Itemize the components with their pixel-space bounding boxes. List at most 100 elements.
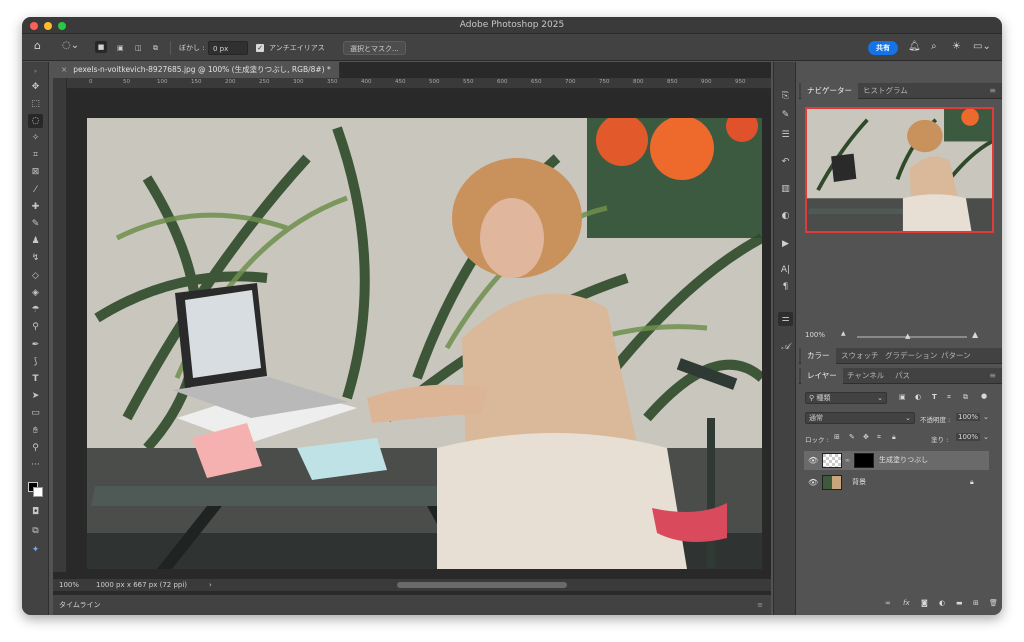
blend-mode-select[interactable]: 通常 ⌄ (805, 412, 915, 424)
intersect-selection-icon[interactable]: ⧉ (153, 41, 158, 55)
share-button[interactable]: 共有 (868, 41, 898, 55)
screen-mode-icon[interactable]: ⧉ (28, 524, 43, 538)
filter-pixel-icon[interactable]: ▣ (899, 393, 906, 401)
filter-adjustment-icon[interactable]: ◐ (915, 393, 921, 401)
lock-artboard-icon[interactable]: ⌗ (877, 433, 881, 442)
visibility-eye-icon[interactable]: 👁︎ (808, 451, 818, 470)
visibility-eye-icon[interactable]: 👁︎ (808, 473, 818, 492)
zoom-tool-icon[interactable]: ⚲ (28, 441, 43, 455)
layer-name[interactable]: 生成塗りつぶし (879, 451, 928, 470)
new-selection-icon[interactable]: ■ (95, 40, 107, 54)
brush-tool-icon[interactable]: ✎ (28, 217, 43, 231)
lock-transparency-icon[interactable]: ⊞ (834, 433, 840, 441)
horizontal-scrollbar[interactable] (397, 582, 567, 588)
layer-mask-thumbnail[interactable] (854, 453, 874, 468)
info-arrow[interactable]: › (209, 579, 212, 591)
timeline-label[interactable]: タイムライン (59, 595, 101, 615)
navigator-menu-icon[interactable]: ≡ (989, 83, 996, 99)
workspace-icon[interactable]: ▭⌄ (973, 40, 991, 54)
more-tools-icon[interactable]: ··· (28, 458, 43, 472)
add-selection-icon[interactable]: ▣ (117, 41, 124, 55)
generative-icon[interactable]: ✦ (28, 543, 43, 557)
select-and-mask-button[interactable]: 選択とマスク... (343, 41, 406, 55)
tab-patterns[interactable]: パターン (935, 348, 977, 364)
actions-icon[interactable]: ↶ (778, 155, 793, 169)
zoom-out-icon[interactable]: ▲ (841, 330, 846, 337)
libraries-icon[interactable]: ▥ (778, 182, 793, 196)
fill-dropdown-icon[interactable]: ⌄ (983, 433, 989, 441)
navigator-preview[interactable] (805, 107, 994, 233)
marquee-tool-icon[interactable]: ⬚ (28, 97, 43, 111)
lasso-tool-icon[interactable]: ◌ (28, 114, 43, 128)
collapse-icon[interactable]: » (28, 65, 43, 79)
subtract-selection-icon[interactable]: ◫ (135, 41, 142, 55)
path-select-icon[interactable]: ➤ (28, 389, 43, 403)
lock-all-icon[interactable]: 🔒︎ (892, 433, 896, 442)
layer-name[interactable]: 背景 (852, 473, 866, 492)
lock-image-icon[interactable]: ✎ (849, 433, 855, 441)
canvas-image[interactable] (87, 118, 762, 569)
new-layer-icon[interactable]: ⊞ (973, 599, 979, 607)
frame-tool-icon[interactable]: ⊠ (28, 165, 43, 179)
properties-icon[interactable]: ⚌ (778, 312, 793, 326)
zoom-slider-thumb[interactable]: ▲ (905, 332, 910, 340)
background-color-swatch[interactable] (33, 487, 43, 497)
zoom-level[interactable]: 100% (59, 579, 79, 591)
layer-row-generative[interactable]: 👁︎ ∞ 生成塗りつぶし (804, 451, 989, 470)
filter-toggle-icon[interactable]: ● (981, 392, 987, 400)
pen-curvature-icon[interactable]: ⟆ (28, 355, 43, 369)
tab-histogram[interactable]: ヒストグラム (857, 83, 914, 99)
add-mask-icon[interactable]: ◙ (921, 599, 928, 607)
history-panel-icon[interactable]: ⎘ (778, 89, 793, 103)
stamp-tool-icon[interactable]: ♟ (28, 234, 43, 248)
lightbulb-icon[interactable]: ☀ (952, 40, 961, 54)
eyedropper-icon[interactable]: ⁄ (28, 183, 43, 197)
document-tab[interactable]: × pexels-n-voitkevich-8927685.jpg @ 100% … (53, 62, 340, 78)
opacity-dropdown-icon[interactable]: ⌄ (983, 413, 989, 421)
magic-wand-icon[interactable]: ✧ (28, 131, 43, 145)
adjustments-icon[interactable]: ◐ (778, 209, 793, 223)
lasso-preset-icon[interactable]: ◌⌄ (62, 39, 79, 53)
adjustment-layer-icon[interactable]: ◐ (939, 599, 945, 607)
adjust-sliders-icon[interactable]: ☰ (778, 128, 793, 142)
tab-channels[interactable]: チャンネル (841, 368, 890, 384)
pen-tool-icon[interactable]: ✒ (28, 338, 43, 352)
character-icon[interactable]: A| (778, 263, 793, 277)
home-icon[interactable]: ⌂ (34, 39, 41, 53)
navigator-zoom[interactable]: 100% (805, 331, 825, 339)
tab-color[interactable]: カラー (801, 348, 836, 364)
timeline-menu-icon[interactable]: ≡ (757, 595, 763, 615)
move-tool-icon[interactable]: ✥ (28, 80, 43, 94)
bell-icon[interactable]: 🔔︎ (908, 40, 921, 54)
glyphs-icon[interactable]: 𝒜 (778, 340, 793, 354)
layer-filter-select[interactable]: ⚲ 種類 ⌄ (805, 392, 887, 404)
quick-mask-icon[interactable]: ◘ (28, 505, 43, 519)
layer-row-background[interactable]: 👁︎ 背景 🔒︎ (804, 473, 989, 492)
play-icon[interactable]: ▶ (778, 237, 793, 251)
rectangle-tool-icon[interactable]: ▭ (28, 406, 43, 420)
history-brush-icon[interactable]: ↯ (28, 251, 43, 265)
feather-input[interactable]: 0 px (208, 41, 248, 55)
tab-paths[interactable]: パス (889, 368, 916, 384)
search-icon[interactable]: ⌕ (931, 40, 937, 54)
paragraph-icon[interactable]: ¶ (778, 280, 793, 294)
filter-smart-icon[interactable]: ⧉ (963, 393, 968, 402)
antialias-checkbox[interactable]: ✓ (256, 41, 264, 55)
dodge-tool-icon[interactable]: ⚲ (28, 320, 43, 334)
type-tool-icon[interactable]: T (28, 372, 43, 386)
brush-settings-icon[interactable]: ✎ (778, 108, 793, 122)
filter-type-icon[interactable]: T (932, 393, 937, 401)
healing-brush-icon[interactable]: ✚ (28, 200, 43, 214)
tab-layers[interactable]: レイヤー (801, 368, 843, 384)
hand-tool-icon[interactable]: ✋︎ (28, 424, 43, 438)
paint-bucket-icon[interactable]: ◈ (28, 286, 43, 300)
trash-icon[interactable]: 🗑︎ (989, 599, 998, 607)
lock-position-icon[interactable]: ✥ (863, 433, 869, 441)
zoom-slider[interactable] (857, 336, 967, 338)
new-group-icon[interactable]: ▬ (956, 599, 963, 607)
zoom-in-icon[interactable]: ▲ (972, 330, 978, 339)
filter-shape-icon[interactable]: ⌗ (947, 393, 951, 402)
tab-gradients[interactable]: グラデーション (879, 348, 943, 364)
fill-input[interactable]: 100% (956, 433, 981, 441)
layers-menu-icon[interactable]: ≡ (989, 368, 996, 384)
